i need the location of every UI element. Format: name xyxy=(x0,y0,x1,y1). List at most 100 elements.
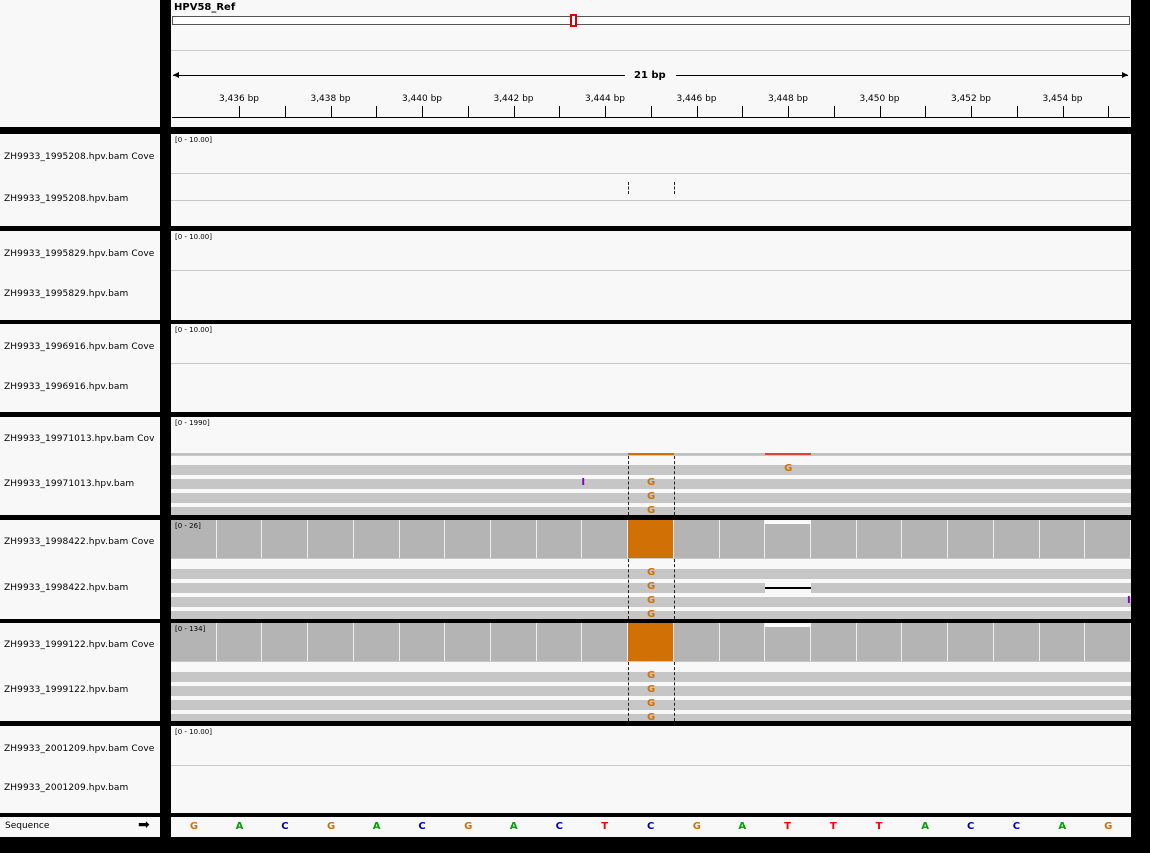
track-data-panel[interactable]: [0 - 10.00] xyxy=(171,726,1131,813)
coverage-bar[interactable] xyxy=(582,520,629,558)
coverage-bar[interactable] xyxy=(856,520,903,558)
coverage-bar[interactable] xyxy=(536,623,583,661)
sequence-base[interactable]: C xyxy=(647,821,654,832)
coverage-bar[interactable] xyxy=(308,520,354,558)
coverage-bar[interactable] xyxy=(445,520,491,558)
alignment-track[interactable]: GGGG xyxy=(171,662,1131,721)
coverage-bar[interactable] xyxy=(1085,520,1131,558)
coverage-bar[interactable] xyxy=(216,623,263,661)
mismatch-base[interactable]: G xyxy=(647,712,655,721)
track-name-panel[interactable]: ZH9933_1999122.hpv.bam Cove ZH9933_199912… xyxy=(0,623,160,721)
coverage-bar[interactable] xyxy=(262,623,309,661)
sequence-base[interactable]: T xyxy=(830,821,837,832)
coverage-track-name[interactable]: ZH9933_2001209.hpv.bam Cove xyxy=(4,744,154,754)
coverage-track[interactable]: [0 - 10.00] xyxy=(171,324,1131,363)
sequence-name-panel[interactable]: Sequence ➡ xyxy=(0,817,160,837)
insertion-marker[interactable]: I xyxy=(581,477,585,488)
alignment-track-name[interactable]: ZH9933_1995208.hpv.bam xyxy=(4,194,128,204)
track-data-panel[interactable]: [0 - 26] G G G G I xyxy=(171,520,1131,619)
coverage-bar[interactable] xyxy=(765,522,811,558)
sequence-base[interactable]: A xyxy=(921,821,929,832)
sequence-base[interactable]: T xyxy=(876,821,883,832)
sequence-base[interactable]: C xyxy=(418,821,425,832)
coverage-bar[interactable] xyxy=(536,520,583,558)
coverage-bar[interactable] xyxy=(491,520,537,558)
ruler-panel[interactable]: HPV58_Ref 21 bp 3,436 bp 3,438 bp 3,440 bp… xyxy=(171,0,1131,127)
track-name-panel[interactable]: ZH9933_2001209.hpv.bam Cove ZH9933_200120… xyxy=(0,726,160,813)
sequence-base[interactable]: G xyxy=(693,821,701,832)
sequence-base[interactable]: C xyxy=(281,821,288,832)
coverage-bar[interactable] xyxy=(491,623,537,661)
mismatch-base[interactable]: G xyxy=(647,609,655,619)
sequence-base[interactable]: G xyxy=(190,821,198,832)
coverage-track[interactable]: [0 - 10.00] xyxy=(171,231,1131,270)
sequence-base[interactable]: C xyxy=(556,821,563,832)
coverage-track-name[interactable]: ZH9933_1995829.hpv.bam Cove xyxy=(4,249,154,259)
coverage-bar[interactable] xyxy=(399,520,446,558)
coverage-bar[interactable] xyxy=(1039,520,1086,558)
mismatch-base[interactable]: G xyxy=(647,670,655,681)
mismatch-base[interactable]: G xyxy=(647,505,655,515)
coverage-track[interactable]: [0 - 26] xyxy=(171,520,1131,558)
mismatch-base[interactable]: G xyxy=(647,477,655,488)
coverage-track[interactable]: [0 - 10.00] xyxy=(171,726,1131,765)
coverage-bar[interactable] xyxy=(811,623,857,661)
track-data-panel[interactable]: [0 - 134] G G G G xyxy=(171,623,1131,721)
coverage-track[interactable]: [0 - 1990] xyxy=(171,417,1131,455)
coverage-bar[interactable] xyxy=(948,623,994,661)
sequence-base[interactable]: G xyxy=(1104,821,1112,832)
track-name-panel[interactable]: ZH9933_1996916.hpv.bam Cove ZH9933_199691… xyxy=(0,324,160,412)
sequence-base[interactable]: T xyxy=(601,821,608,832)
track-data-panel[interactable]: [0 - 10.00] xyxy=(171,324,1131,412)
alignment-track[interactable] xyxy=(171,766,1131,813)
track-name-panel[interactable]: ZH9933_1998422.hpv.bam Cove ZH9933_199842… xyxy=(0,520,160,619)
coverage-bar[interactable] xyxy=(445,623,491,661)
coverage-bar[interactable] xyxy=(719,520,766,558)
sequence-base[interactable]: C xyxy=(967,821,974,832)
coverage-bar[interactable] xyxy=(673,520,720,558)
strand-arrow-icon[interactable]: ➡ xyxy=(138,817,150,833)
read[interactable] xyxy=(171,465,1131,475)
coverage-bar[interactable] xyxy=(1085,623,1131,661)
alignment-track-name[interactable]: ZH9933_1995829.hpv.bam xyxy=(4,289,128,299)
sequence-base[interactable]: G xyxy=(327,821,335,832)
coverage-track-name[interactable]: ZH9933_19971013.hpv.bam Cov xyxy=(4,434,155,444)
coverage-bar[interactable] xyxy=(1039,623,1086,661)
mismatch-base[interactable]: G xyxy=(647,595,655,606)
coverage-bar[interactable] xyxy=(948,520,994,558)
coverage-bar[interactable] xyxy=(216,520,263,558)
alignment-track[interactable]: GGGGI xyxy=(171,559,1131,619)
track-data-panel[interactable]: [0 - 10.00] xyxy=(171,134,1131,226)
coverage-track-name[interactable]: ZH9933_1995208.hpv.bam Cove xyxy=(4,152,154,162)
mismatch-base[interactable]: G xyxy=(647,581,655,592)
track-name-panel[interactable]: ZH9933_1995208.hpv.bam Cove ZH9933_199520… xyxy=(0,134,160,226)
insertion-marker[interactable]: I xyxy=(1127,595,1131,606)
coverage-bar[interactable] xyxy=(673,623,720,661)
coverage-bar[interactable] xyxy=(399,623,446,661)
sequence-base[interactable]: G xyxy=(464,821,472,832)
mismatch-base[interactable]: G xyxy=(647,684,655,695)
deletion-line-2[interactable] xyxy=(765,587,811,589)
alignment-track-name[interactable]: ZH9933_1996916.hpv.bam xyxy=(4,382,128,392)
coverage-track-name[interactable]: ZH9933_1998422.hpv.bam Cove xyxy=(4,537,154,547)
coverage-track-name[interactable]: ZH9933_1996916.hpv.bam Cove xyxy=(4,342,154,352)
coverage-bar[interactable] xyxy=(582,623,629,661)
sequence-base[interactable]: A xyxy=(373,821,381,832)
sequence-base[interactable]: A xyxy=(738,821,746,832)
alignment-track[interactable] xyxy=(171,271,1131,320)
coverage-bar[interactable] xyxy=(308,623,354,661)
coverage-bar[interactable] xyxy=(353,520,400,558)
coverage-bar[interactable] xyxy=(765,625,811,661)
sequence-base[interactable]: A xyxy=(510,821,518,832)
sequence-base[interactable]: C xyxy=(1013,821,1020,832)
sequence-base[interactable]: A xyxy=(236,821,244,832)
mismatch-base[interactable]: G xyxy=(647,491,655,502)
track-name-panel[interactable]: ZH9933_19971013.hpv.bam Cov ZH9933_199710… xyxy=(0,417,160,515)
coverage-bar[interactable] xyxy=(993,623,1040,661)
sequence-base[interactable]: T xyxy=(784,821,791,832)
coverage-bar-mismatch[interactable] xyxy=(628,623,674,661)
sequence-base[interactable]: A xyxy=(1058,821,1066,832)
track-name-panel[interactable]: ZH9933_1995829.hpv.bam Cove ZH9933_199582… xyxy=(0,231,160,320)
coverage-bar-mismatch[interactable] xyxy=(628,520,674,558)
alignment-track-name[interactable]: ZH9933_19971013.hpv.bam xyxy=(4,479,134,489)
